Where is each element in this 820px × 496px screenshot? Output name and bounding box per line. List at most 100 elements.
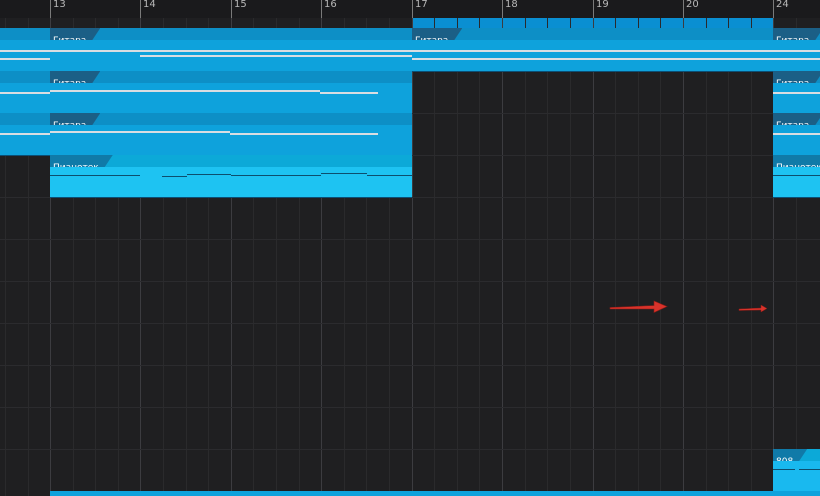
midi-note: [773, 50, 820, 52]
ruler-tick: [231, 0, 232, 18]
clip-name-tab: Гитара: [50, 28, 100, 40]
grid-line: [412, 18, 413, 496]
clip-name-tab: Гитара: [50, 71, 100, 83]
clip-name-tab: Пианотек: [773, 155, 820, 167]
track-separator: [0, 407, 820, 408]
midi-note: [773, 133, 820, 135]
grid-line: [570, 18, 571, 496]
clip-header: [0, 28, 50, 40]
ruler-bar-16: 16: [324, 0, 337, 10]
ruler-bar-24: 24: [776, 0, 789, 10]
midi-note: [0, 133, 50, 135]
track-separator: [0, 449, 820, 450]
midi-note: [320, 92, 378, 94]
grid-line: [525, 18, 526, 496]
clip-header: [50, 71, 412, 83]
clip-label: 808: [776, 457, 794, 467]
ruler-tick: [502, 0, 503, 18]
track-separator: [0, 365, 820, 366]
clip-808[interactable]: 808: [773, 449, 820, 491]
grid-line: [728, 18, 729, 496]
midi-note: [231, 175, 321, 176]
grid-line: [751, 18, 752, 496]
clip-guitar-1d[interactable]: Гитара: [773, 28, 820, 72]
clip-header: [50, 28, 412, 40]
ruler-bar-15: 15: [234, 0, 247, 10]
clip-guitar-2c[interactable]: Гитара: [773, 71, 820, 114]
clip-label: Гитара: [415, 36, 449, 46]
midi-note: [773, 469, 795, 470]
grid-line: [593, 18, 594, 496]
midi-note: [162, 176, 187, 177]
ruler-tick: [412, 0, 413, 18]
midi-note: [799, 469, 820, 470]
grid-line: [502, 18, 503, 496]
track-separator: [0, 239, 820, 240]
midi-note: [321, 173, 367, 174]
grid-line: [660, 18, 661, 496]
clip-name-tab: Гитара: [50, 113, 100, 125]
arrow-right-icon: [738, 304, 768, 313]
midi-note: [50, 90, 320, 92]
clip-header: [50, 113, 412, 125]
clip-bottom-partial-c[interactable]: [773, 491, 820, 496]
ruler-bar-14: 14: [143, 0, 156, 10]
track-separator: [0, 281, 820, 282]
grid-line: [457, 18, 458, 496]
clip-name-tab: Гитара: [773, 28, 820, 40]
clip-guitar-3b[interactable]: Гитара: [50, 113, 412, 156]
arrow-right-icon: [609, 300, 668, 313]
clip-header: [0, 71, 50, 83]
midi-note: [50, 50, 412, 52]
clip-name-tab: Гитара: [773, 71, 820, 83]
clip-label: Пианотек: [776, 163, 820, 173]
midi-note: [0, 92, 50, 94]
clip-bottom-partial-a[interactable]: [50, 491, 412, 496]
midi-note: [140, 55, 412, 57]
clip-label: Гитара: [776, 79, 810, 89]
ruler-tick: [321, 0, 322, 18]
timeline-ruler[interactable]: 13 14 15 16 17 18 19 20 24: [0, 0, 820, 18]
clip-piano-b[interactable]: Пианотек: [773, 155, 820, 198]
ruler-bar-13: 13: [53, 0, 66, 10]
midi-note: [230, 133, 378, 135]
clip-header: [0, 113, 50, 125]
grid-line: [683, 18, 684, 496]
ruler-tick: [683, 0, 684, 18]
midi-note: [412, 58, 773, 60]
clip-label: Гитара: [53, 79, 87, 89]
midi-note: [773, 92, 820, 94]
ruler-tick: [773, 0, 774, 18]
ruler-tick: [593, 0, 594, 18]
clip-bottom-partial-b[interactable]: [412, 491, 773, 496]
clip-piano-a[interactable]: Пианотек: [50, 155, 412, 198]
clip-guitar-1c[interactable]: Гитара: [412, 28, 773, 72]
ruler-tick: [140, 0, 141, 18]
clip-guitar-3a[interactable]: [0, 113, 50, 156]
clip-name-tab: Гитара: [412, 28, 462, 40]
ruler-bar-18: 18: [505, 0, 518, 10]
midi-note: [367, 175, 412, 176]
clip-header: [412, 28, 773, 40]
midi-note: [187, 174, 231, 175]
midi-note: [773, 58, 820, 60]
grid-line: [706, 18, 707, 496]
clip-guitar-1a[interactable]: [0, 28, 50, 72]
clip-guitar-2a[interactable]: [0, 71, 50, 114]
track-separator: [0, 323, 820, 324]
grid-line: [547, 18, 548, 496]
midi-note: [50, 131, 230, 133]
clip-label: Гитара: [53, 36, 87, 46]
clip-guitar-2b[interactable]: Гитара: [50, 71, 412, 114]
clip-label: Гитара: [776, 36, 810, 46]
ruler-bar-19: 19: [596, 0, 609, 10]
midi-note: [412, 50, 773, 52]
grid-line: [479, 18, 480, 496]
clip-guitar-1b[interactable]: Гитара: [50, 28, 412, 72]
clip-label: Гитара: [53, 121, 87, 131]
clip-guitar-3c[interactable]: Гитара: [773, 113, 820, 156]
midi-note: [0, 50, 50, 52]
grid-line: [638, 18, 639, 496]
ruler-tick: [50, 0, 51, 18]
ruler-bar-20: 20: [686, 0, 699, 10]
